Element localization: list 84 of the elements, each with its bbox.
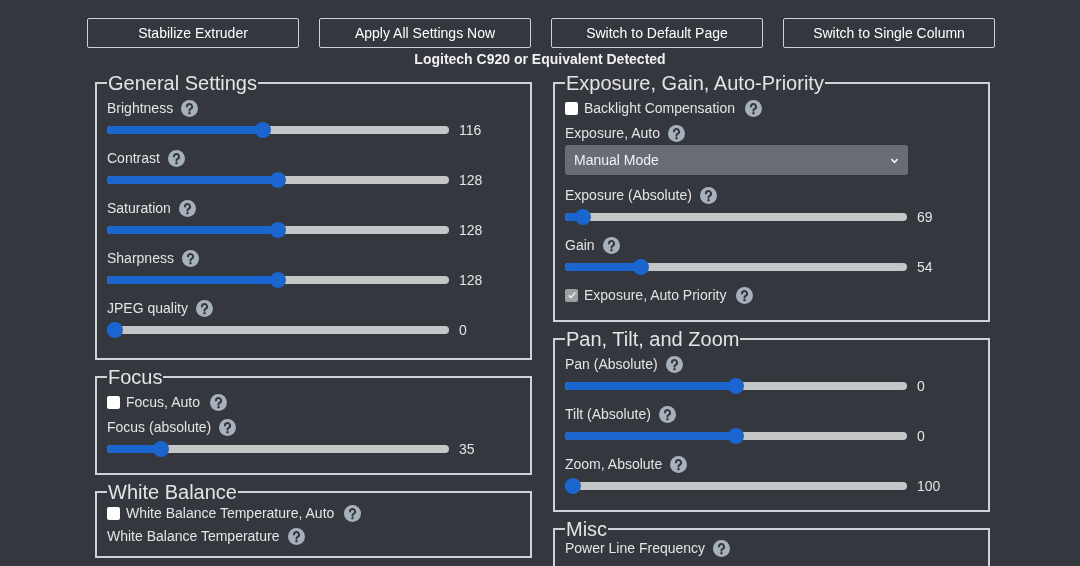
slider[interactable] — [565, 209, 907, 225]
panel-title: Misc — [566, 518, 608, 540]
setting-label: Backlight Compensation — [584, 99, 735, 118]
help-icon[interactable] — [665, 355, 683, 373]
slider[interactable] — [107, 172, 449, 188]
toolbar-button[interactable]: Apply All Settings Now — [319, 18, 531, 48]
slider[interactable] — [565, 428, 907, 444]
help-icon[interactable] — [181, 249, 199, 267]
help-icon[interactable] — [745, 99, 762, 117]
panel-title: Pan, Tilt, and Zoom — [566, 328, 740, 350]
checkbox[interactable] — [565, 101, 578, 115]
help-icon[interactable] — [181, 99, 199, 117]
setting-label: White Balance Temperature, Auto — [126, 504, 335, 523]
slider-thumb[interactable] — [574, 209, 591, 225]
panel-title: White Balance — [108, 481, 237, 503]
setting-label: Tilt (Absolute) — [565, 405, 651, 424]
help-icon[interactable] — [667, 124, 685, 142]
setting-label: Exposure, Auto Priority — [584, 286, 727, 305]
slider-value: 35 — [459, 439, 475, 459]
setting-label: JPEG quality — [107, 299, 188, 318]
help-icon[interactable] — [209, 393, 227, 411]
setting-label: Saturation — [107, 199, 171, 218]
device-status-text: Logitech C920 or Equivalent Detected — [413, 50, 667, 68]
toolbar-button[interactable]: Switch to Default Page — [551, 18, 763, 48]
help-icon[interactable] — [167, 149, 185, 167]
help-icon[interactable] — [658, 405, 676, 423]
help-icon[interactable] — [344, 504, 362, 522]
slider-value: 128 — [459, 270, 483, 290]
slider-value: 54 — [917, 257, 933, 277]
slider[interactable] — [565, 478, 907, 494]
panel-title: General Settings — [108, 72, 257, 94]
slider[interactable] — [107, 441, 449, 457]
setting-label: Zoom, Absolute — [565, 455, 663, 474]
slider[interactable] — [107, 122, 449, 138]
slider-value: 100 — [917, 476, 941, 496]
setting-label: White Balance Temperature — [107, 528, 280, 544]
slider-value: 0 — [917, 426, 925, 446]
help-icon[interactable] — [178, 199, 196, 217]
slider-value: 128 — [459, 170, 483, 190]
help-icon[interactable] — [602, 236, 620, 254]
setting-label: Exposure (Absolute) — [565, 186, 692, 205]
slider[interactable] — [107, 322, 449, 338]
dropdown[interactable]: Manual Mode — [565, 145, 908, 175]
help-icon[interactable] — [736, 286, 754, 304]
panel-title: Exposure, Gain, Auto-Priority — [566, 72, 824, 94]
setting-label: Focus (absolute) — [107, 418, 212, 437]
slider[interactable] — [565, 259, 907, 275]
panel-title: Focus — [108, 366, 163, 388]
help-icon[interactable] — [713, 539, 731, 557]
help-icon[interactable] — [699, 186, 717, 204]
slider-thumb[interactable] — [152, 441, 169, 457]
setting-label: Sharpness — [107, 249, 174, 268]
setting-label: Focus, Auto — [126, 393, 200, 412]
toolbar-button[interactable]: Switch to Single Column — [783, 18, 995, 48]
slider-thumb[interactable] — [270, 222, 286, 238]
help-icon[interactable] — [195, 299, 213, 317]
slider-value: 128 — [459, 220, 483, 240]
slider-thumb[interactable] — [255, 122, 272, 138]
slider-value: 0 — [459, 320, 467, 340]
slider-thumb[interactable] — [728, 428, 744, 444]
slider-value: 116 — [459, 120, 482, 140]
slider[interactable] — [107, 272, 449, 288]
slider-value: 69 — [917, 207, 933, 227]
setting-label: Gain — [565, 236, 595, 255]
slider-value: 0 — [917, 376, 925, 396]
help-icon[interactable] — [670, 455, 688, 473]
slider[interactable] — [565, 378, 907, 394]
slider-thumb[interactable] — [270, 272, 286, 288]
slider-thumb[interactable] — [270, 172, 286, 188]
setting-label: Power Line Frequency — [565, 540, 706, 556]
help-icon[interactable] — [219, 418, 237, 436]
help-icon[interactable] — [287, 527, 305, 545]
slider[interactable] — [107, 222, 449, 238]
setting-label: Brightness — [107, 99, 174, 118]
checkbox[interactable] — [107, 395, 120, 409]
slider-thumb[interactable] — [107, 322, 123, 338]
checkbox[interactable] — [107, 506, 120, 520]
setting-label: Pan (Absolute) — [565, 355, 658, 374]
toolbar-button[interactable]: Stabilize Extruder — [87, 18, 299, 48]
slider-thumb[interactable] — [728, 378, 744, 394]
slider-thumb[interactable] — [633, 259, 650, 275]
slider-thumb[interactable] — [565, 478, 581, 494]
setting-label: Exposure, Auto — [565, 124, 660, 143]
setting-label: Contrast — [107, 149, 160, 168]
